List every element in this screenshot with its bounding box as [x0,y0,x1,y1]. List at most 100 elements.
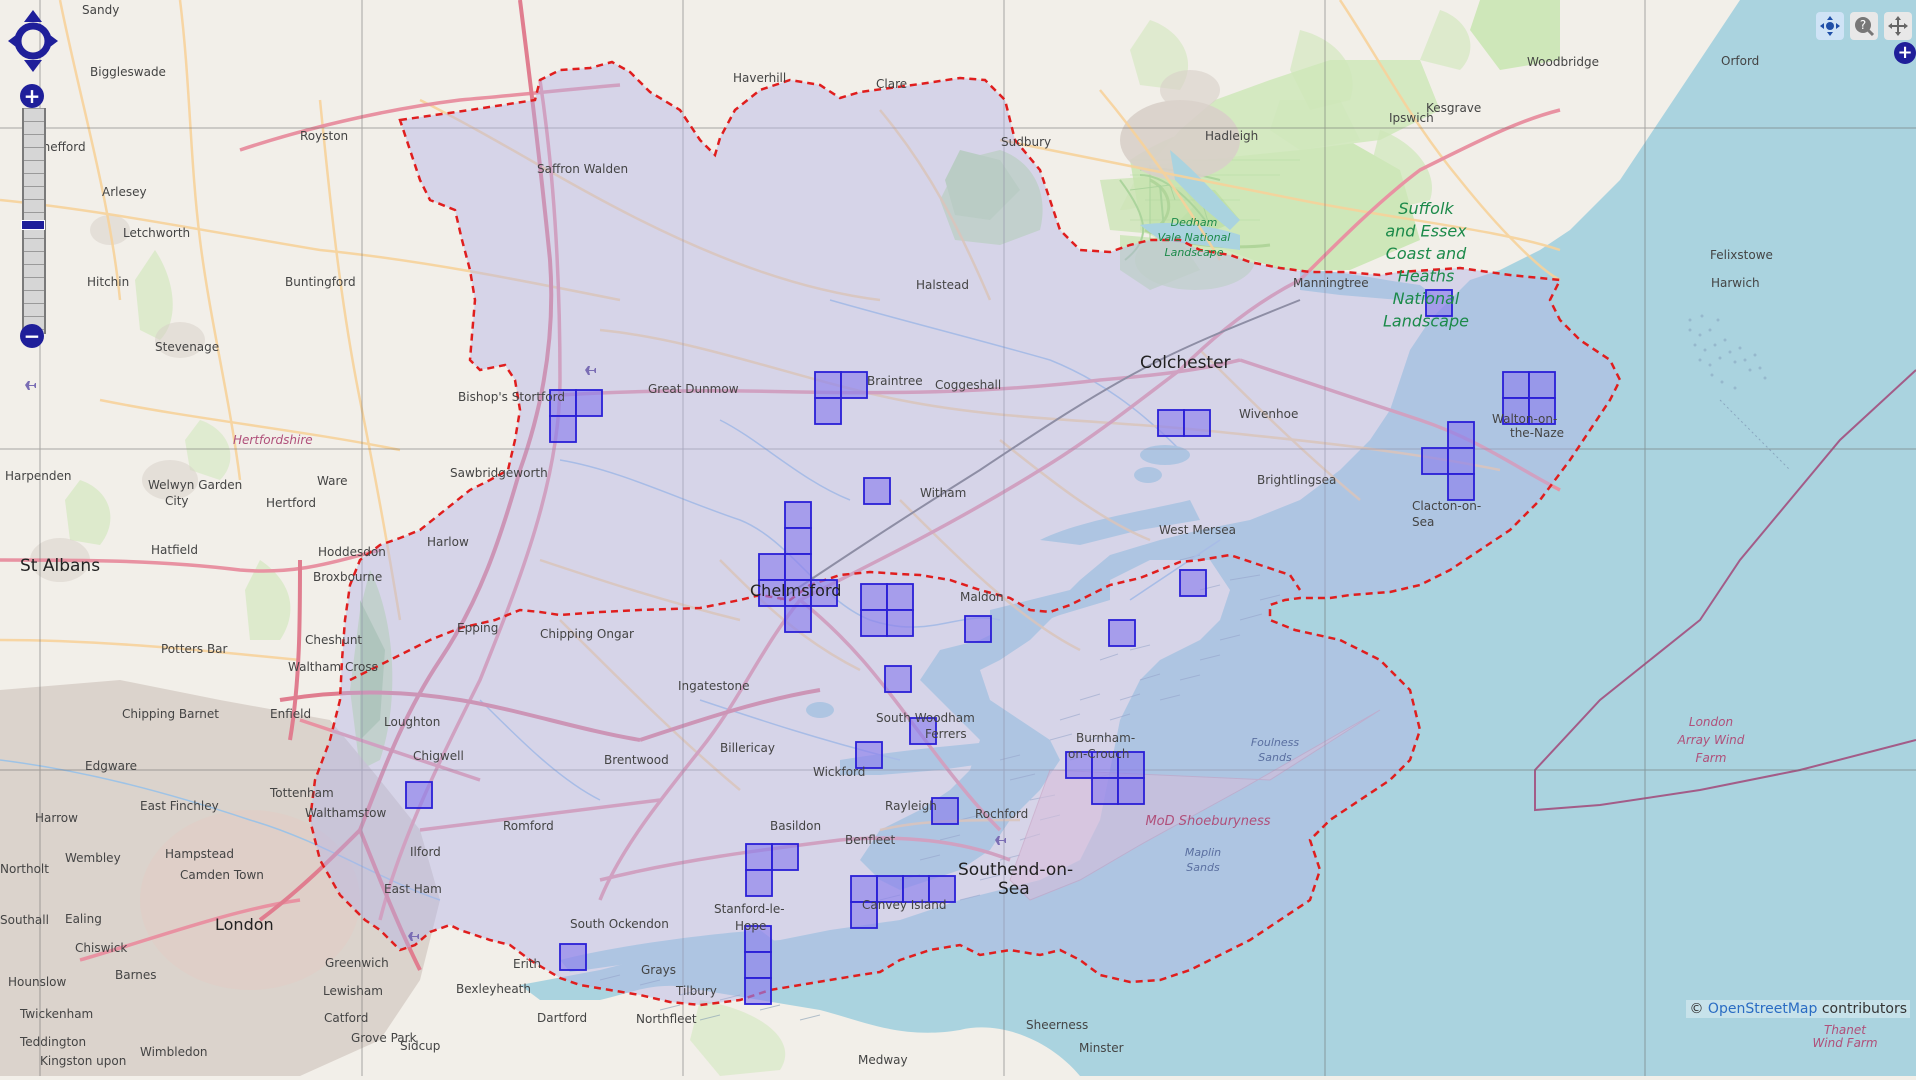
place-label: Walton-on- [1492,412,1557,426]
grid-cell[interactable] [744,951,772,979]
place-label: Chigwell [413,749,464,763]
place-label: Chelmsford [750,581,841,600]
place-label: Letchworth [123,226,190,240]
dedham-label: Vale National [1158,231,1231,244]
grid-cell[interactable] [575,389,603,417]
query-tool-button[interactable]: ? [1850,12,1878,40]
grid-cell[interactable] [1528,371,1556,399]
place-label: Manningtree [1293,276,1369,290]
place-label: Camden Town [180,868,264,882]
place-label: Stevenage [155,340,219,354]
place-label: East Ham [384,882,442,896]
grid-cell[interactable] [1447,421,1475,449]
zoom-slider-handle[interactable] [21,220,45,230]
map-viewport[interactable]: Sandy Biggleswade Shefford Arlesey Letchwort… [0,0,1916,1076]
place-label: South Ockendon [570,917,669,931]
grid-cell[interactable] [863,477,891,505]
place-label: Catford [324,1011,368,1025]
move-tool-button[interactable] [1884,12,1912,40]
attribution: © OpenStreetMap contributors [1686,1000,1910,1018]
thanet-label: Wind Farm [1812,1036,1877,1050]
place-label: Wivenhoe [1239,407,1298,421]
grid-cell[interactable] [744,977,772,1005]
place-label: Teddington [19,1035,86,1049]
grid-cell[interactable] [784,553,812,581]
grid-cell[interactable] [405,781,433,809]
place-label: Tilbury [675,984,717,998]
svg-text:?: ? [1860,18,1866,32]
pan-control[interactable] [8,10,58,72]
grid-cell[interactable] [1447,447,1475,475]
wind-farm-label: London [1689,715,1733,729]
grid-cell[interactable] [771,843,799,871]
grid-cell[interactable] [1502,371,1530,399]
grid-cell[interactable] [1421,447,1449,475]
place-label: Arlesey [102,185,147,199]
grid-cell[interactable] [745,869,773,897]
place-label: Harrow [35,811,78,825]
navigate-tool-button[interactable] [1816,12,1844,40]
grid-cell[interactable] [840,371,868,399]
place-label: Rochford [975,807,1028,821]
grid-cell[interactable] [559,943,587,971]
grid-cell[interactable] [1108,619,1136,647]
place-label: Hertfordshire [233,433,313,447]
grid-cell[interactable] [1157,409,1185,437]
place-label: Billericay [720,741,775,755]
place-label: Royston [300,129,348,143]
place-label: Clare [876,77,907,91]
place-label: Colchester [1140,353,1231,373]
place-label: Sidcup [400,1039,440,1053]
grid-cell[interactable] [964,615,992,643]
park-label: Suffolk [1398,199,1454,218]
place-label: Lewisham [323,984,383,998]
place-label: Coggeshall [935,378,1001,392]
grid-cell[interactable] [860,583,888,611]
place-label: Buntingford [285,275,356,289]
place-label: Orford [1721,54,1759,68]
place-label: Medway [858,1053,908,1067]
grid-cell[interactable] [784,527,812,555]
dedham-label: Landscape [1164,246,1223,259]
zoom-in-button[interactable]: + [20,84,44,108]
place-label: Hertford [266,496,316,510]
place-label: Wickford [813,765,865,779]
expand-button[interactable]: + [1894,42,1916,64]
place-label: Kingston upon [40,1054,126,1068]
place-label: Grays [641,963,676,977]
place-label: Brentwood [604,753,669,767]
place-label: Waltham Cross [288,660,378,674]
zoom-out-button[interactable]: − [20,324,44,348]
place-label: London [215,915,274,934]
grid-cell[interactable] [1117,777,1145,805]
place-label: Southall [0,913,49,927]
grid-cell[interactable] [758,553,786,581]
grid-cell[interactable] [1447,473,1475,501]
place-label: Hampstead [165,847,234,861]
place-label: St Albans [20,556,100,576]
osm-link[interactable]: OpenStreetMap [1708,1001,1817,1017]
grid-cell[interactable] [1179,569,1207,597]
grid-cell[interactable] [784,501,812,529]
place-label: Walthamstow [305,806,386,820]
grid-cell[interactable] [884,665,912,693]
grid-cell[interactable] [1183,409,1211,437]
grid-cell[interactable] [745,843,773,871]
attribution-suffix: contributors [1817,1001,1907,1017]
grid-cell[interactable] [1091,777,1119,805]
place-label: Hoddesdon [318,545,386,559]
grid-cell[interactable] [784,605,812,633]
map-canvas[interactable]: SandyBiggleswadeSheffordArleseyLetchwort… [0,0,1916,1076]
grid-cell[interactable] [549,415,577,443]
place-label: Biggleswade [90,65,166,79]
grid-cell[interactable] [814,397,842,425]
grid-cell[interactable] [886,583,914,611]
sands-label: Sands [1186,861,1220,874]
place-label: Ware [317,474,348,488]
grid-cell[interactable] [814,371,842,399]
grid-cell[interactable] [860,609,888,637]
grid-cell[interactable] [886,609,914,637]
pan-arrows-icon[interactable] [8,10,58,72]
place-label: Braintree [867,374,923,388]
place-label: Saffron Walden [537,162,628,176]
